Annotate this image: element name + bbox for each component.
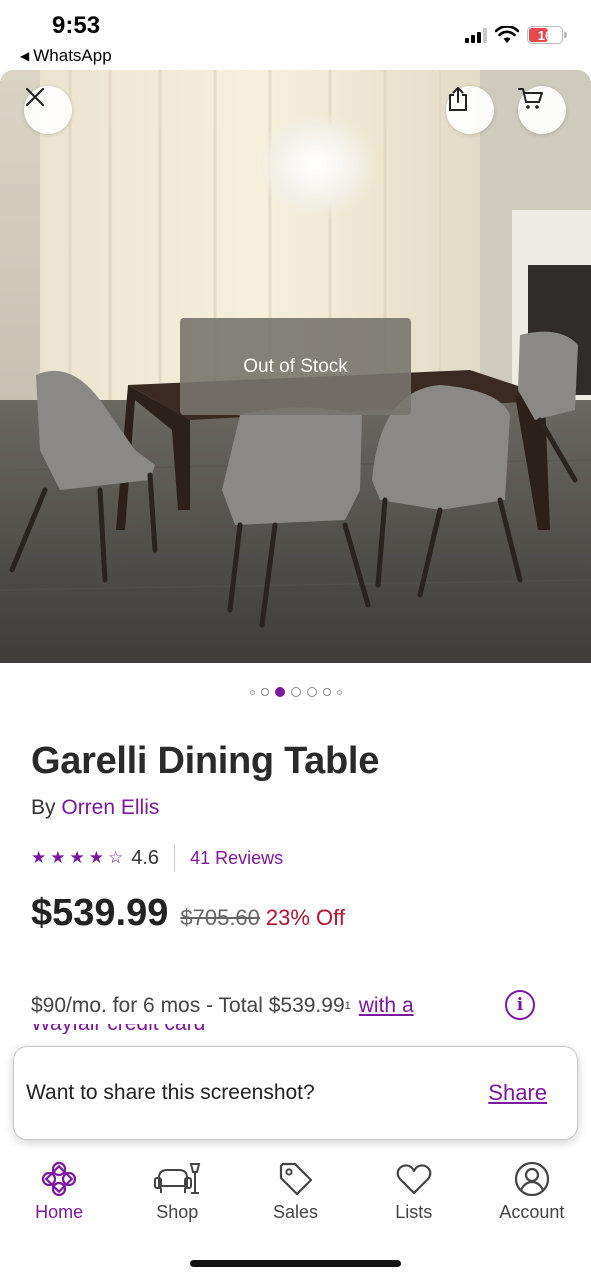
- nav-item-shop[interactable]: Shop: [118, 1150, 236, 1240]
- account-icon: [514, 1161, 550, 1197]
- nav-item-sales[interactable]: Sales: [236, 1150, 354, 1240]
- nav-label-home: Home: [35, 1202, 84, 1222]
- carousel-dot[interactable]: [249, 689, 255, 695]
- close-button[interactable]: [24, 86, 72, 134]
- back-to-app-link[interactable]: ◀ WhatsApp: [20, 46, 112, 66]
- product-title: Garelli Dining Table: [31, 740, 380, 782]
- back-arrow-icon: ◀: [20, 49, 30, 63]
- bottom-nav: Home Shop Sales Lists Account: [0, 1150, 591, 1240]
- financing-link-cut-text: Wayfair credit card: [31, 1024, 261, 1034]
- nav-item-account[interactable]: Account: [473, 1150, 591, 1240]
- carousel-dot[interactable]: [260, 688, 269, 696]
- share-screenshot-toast: Want to share this screenshot? Share: [13, 1046, 578, 1140]
- heart-icon: [396, 1164, 432, 1195]
- carousel-indicator: [0, 687, 591, 697]
- shop-icon: [154, 1163, 201, 1194]
- status-icons: 16: [465, 26, 567, 44]
- star-partial-icon: ☆: [108, 848, 124, 867]
- battery-icon: 16: [527, 26, 567, 44]
- toast-message: Want to share this screenshot?: [26, 1081, 315, 1104]
- back-app-label: WhatsApp: [33, 46, 112, 65]
- financing-link-continued[interactable]: Wayfair credit card: [31, 1024, 261, 1034]
- wifi-icon: [495, 26, 519, 43]
- close-icon: [25, 87, 45, 107]
- tag-icon: [279, 1162, 312, 1196]
- star-full-icon: ★: [31, 848, 47, 867]
- rating-stars: ★ ★ ★ ★ ☆: [31, 848, 123, 868]
- star-full-icon: ★: [50, 848, 66, 867]
- out-of-stock-overlay: Out of Stock: [180, 318, 411, 415]
- financing-row: $90/mo. for 6 mos - Total $539.99 1 with …: [31, 990, 561, 1020]
- rating-row: ★ ★ ★ ★ ☆ 4.6 41 Reviews: [31, 843, 283, 873]
- toast-share-button[interactable]: Share: [488, 1080, 547, 1106]
- brand-link[interactable]: Orren Ellis: [61, 796, 159, 819]
- price-row: $539.99 $705.60 23% Off: [31, 892, 345, 935]
- financing-link[interactable]: with a: [359, 994, 414, 1018]
- share-button[interactable]: [446, 86, 494, 134]
- carousel-dot-active[interactable]: [274, 687, 285, 697]
- home-icon: [41, 1161, 77, 1197]
- current-price: $539.99: [31, 892, 169, 934]
- product-image-carousel[interactable]: Out of Stock: [0, 70, 591, 663]
- carousel-dot[interactable]: [290, 687, 301, 697]
- carousel-dot[interactable]: [306, 687, 317, 697]
- star-full-icon: ★: [88, 848, 104, 867]
- financing-footnote: 1: [344, 1000, 351, 1012]
- share-icon: [449, 87, 467, 111]
- status-time: 9:53: [52, 12, 101, 39]
- nav-item-home[interactable]: Home: [0, 1150, 118, 1240]
- battery-level: 16: [537, 27, 553, 43]
- info-icon[interactable]: i: [505, 990, 535, 1020]
- cellular-signal-icon: [465, 27, 487, 43]
- financing-text: $90/mo. for 6 mos - Total $539.99: [31, 994, 345, 1017]
- cart-button[interactable]: [518, 86, 566, 134]
- nav-label-sales: Sales: [272, 1202, 319, 1222]
- nav-label-shop: Shop: [156, 1202, 199, 1222]
- nav-label-account: Account: [499, 1202, 565, 1222]
- product-byline: By Orren Ellis: [31, 796, 159, 820]
- original-price: $705.60: [180, 905, 260, 930]
- nav-item-lists[interactable]: Lists: [355, 1150, 473, 1240]
- reviews-link[interactable]: 41 Reviews: [190, 848, 283, 869]
- carousel-dot[interactable]: [322, 688, 331, 696]
- home-indicator[interactable]: [190, 1260, 401, 1267]
- by-prefix: By: [31, 796, 56, 819]
- rating-value: 4.6: [131, 846, 160, 869]
- status-bar: 9:53 ◀ WhatsApp 16: [0, 0, 591, 70]
- star-full-icon: ★: [69, 848, 85, 867]
- carousel-dot[interactable]: [336, 689, 342, 695]
- rating-divider: [174, 844, 176, 872]
- cart-icon: [518, 88, 543, 109]
- nav-label-lists: Lists: [395, 1202, 433, 1222]
- discount-badge: 23% Off: [265, 905, 345, 930]
